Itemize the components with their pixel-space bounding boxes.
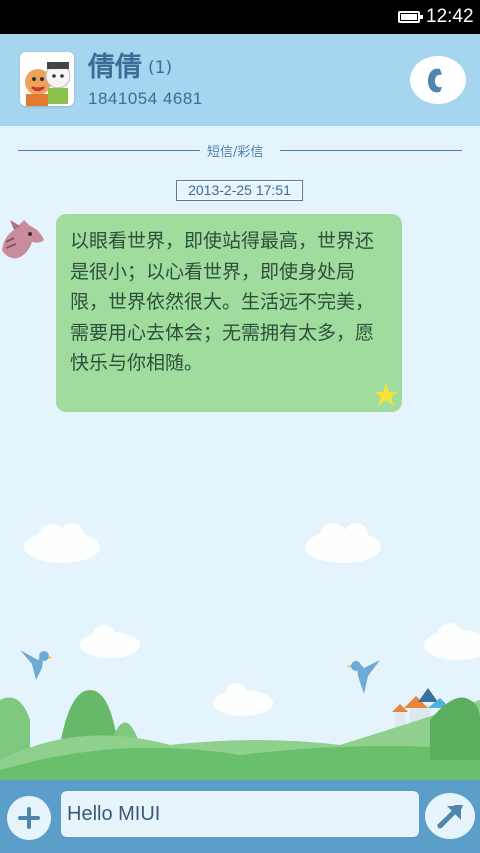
send-icon — [437, 805, 463, 829]
divider-line-left — [18, 150, 200, 151]
cloud-icon — [80, 625, 140, 658]
call-button[interactable] — [410, 56, 466, 104]
bird-icon — [20, 650, 52, 680]
message-timestamp: 2013-2-25 17:51 — [176, 180, 303, 201]
send-button[interactable] — [425, 793, 475, 839]
bird-icon — [347, 660, 380, 694]
cloud-icon — [24, 523, 100, 563]
cloud-icon — [213, 683, 273, 716]
message-bubble[interactable]: 以眼看世界，即使站得最高，世界还是很小；以心看世界，即使身处局限，世界依然很大。… — [56, 214, 402, 412]
compose-bar — [0, 780, 480, 853]
message-count: (1) — [148, 58, 173, 78]
message-input[interactable] — [61, 791, 419, 837]
sender-avatar-icon — [2, 220, 44, 259]
status-bar: 12:42 — [0, 0, 480, 34]
add-attachment-button[interactable] — [7, 796, 51, 840]
avatar[interactable] — [20, 52, 74, 106]
contact-name: 倩倩 — [88, 52, 142, 83]
battery-icon — [398, 11, 423, 23]
phone-call-icon — [428, 68, 442, 93]
cloud-icon — [305, 523, 381, 563]
add-icon — [18, 807, 40, 829]
background-scenery — [0, 523, 480, 780]
message-type-label: 短信/彩信 — [207, 145, 264, 160]
conversation-header: 倩倩 (1) 1841054 4681 — [0, 34, 480, 126]
contact-phone-number: 1841054 4681 — [88, 89, 203, 108]
star-icon — [374, 383, 398, 406]
cloud-icon — [424, 623, 480, 660]
divider-line-right — [280, 150, 462, 151]
status-time: 12:42 — [426, 6, 474, 27]
